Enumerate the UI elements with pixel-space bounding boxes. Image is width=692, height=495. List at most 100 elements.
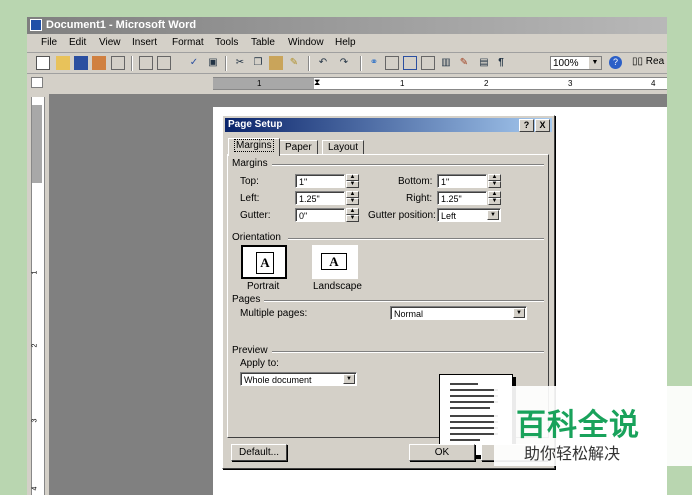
orientation-group-label: Orientation [232,232,281,243]
title-bar: Document1 - Microsoft Word [27,17,667,34]
chevron-down-icon: ▼ [589,57,601,69]
right-margin-label: Right: [406,193,433,204]
gutter-position-value: Left [441,211,457,221]
hyperlink-icon[interactable]: ⚭ [367,56,381,70]
window-title: Document1 - Microsoft Word [46,19,197,31]
menu-bar: File Edit View Insert Format Tools Table… [27,34,667,53]
apply-to-label: Apply to: [240,358,279,369]
top-margin-field[interactable]: 1" [295,174,345,188]
indent-marker-icon[interactable]: ⧗ [314,78,320,87]
margins-group-label: Margins [232,158,268,169]
toolbar-separator [308,56,310,71]
ruler-number: 4 [651,79,656,88]
open-folder-icon[interactable] [56,56,70,70]
menu-view[interactable]: View [99,37,121,48]
menu-table[interactable]: Table [251,37,275,48]
portrait-button[interactable]: A [241,245,287,279]
word-app-icon [30,19,42,31]
bottom-margin-spinner[interactable]: ▲ ▼ [488,174,501,188]
ok-button[interactable]: OK [409,444,475,461]
watermark-subtitle: 助你轻松解决 [524,444,621,463]
help-icon[interactable]: ? [609,56,622,69]
gutter-spinner[interactable]: ▲ ▼ [346,208,359,222]
ruler-number: 3 [568,79,573,88]
cut-icon[interactable]: ✂ [233,56,247,70]
multiple-pages-label: Multiple pages: [240,308,308,319]
tab-selector[interactable] [31,77,43,88]
chevron-down-icon: ▼ [487,210,499,220]
right-margin-field[interactable]: 1.25" [437,191,487,205]
insert-excel-icon[interactable] [421,56,435,70]
columns-icon[interactable]: ▥ [439,56,453,70]
gutter-label: Gutter: [240,210,271,221]
copy-icon[interactable]: ❐ [251,56,265,70]
tab-margins[interactable]: Margins [228,138,280,156]
multiple-pages-select[interactable]: Normal ▼ [390,306,527,320]
insert-table-icon[interactable] [403,56,417,70]
menu-edit[interactable]: Edit [69,37,86,48]
show-hide-icon[interactable]: ¶ [494,56,508,70]
email-icon[interactable] [111,56,125,70]
gutter-field[interactable]: 0" [295,208,345,222]
document-map-icon[interactable]: ▤ [477,56,491,70]
bottom-margin-label: Bottom: [398,176,433,187]
landscape-button[interactable]: A [312,245,358,279]
menu-tools[interactable]: Tools [215,37,238,48]
menu-help[interactable]: Help [335,37,356,48]
menu-file[interactable]: File [41,37,57,48]
left-margin-spinner[interactable]: ▲ ▼ [346,191,359,205]
menu-insert[interactable]: Insert [132,37,157,48]
ruler-number: 2 [31,343,39,348]
ruler-number: 2 [484,79,489,88]
dialog-close-button[interactable]: X [535,119,550,132]
tables-borders-icon[interactable] [385,56,399,70]
horizontal-ruler[interactable]: 1 ⧗ 1 2 3 4 [213,77,667,90]
dialog-help-button[interactable]: ? [519,119,534,132]
top-margin-spinner[interactable]: ▲ ▼ [346,174,359,188]
ruler-number: 4 [31,486,39,491]
top-margin-label: Top: [240,176,259,187]
left-margin-area [213,78,314,89]
landscape-icon: A [321,253,347,270]
toolbar-separator [131,56,133,71]
landscape-label: Landscape [313,281,362,292]
chevron-down-icon: ▼ [513,308,525,318]
ruler-number: 3 [31,418,39,423]
permission-icon[interactable] [92,56,106,70]
zoom-select[interactable]: 100% ▼ [550,56,602,70]
left-margin-field[interactable]: 1.25" [295,191,345,205]
spelling-icon[interactable]: ✓ [187,56,201,70]
toolbar-separator [225,56,227,71]
apply-to-select[interactable]: Whole document ▼ [240,372,357,386]
research-icon[interactable]: ▣ [206,56,220,70]
undo-icon[interactable]: ↶ [316,56,330,70]
format-painter-icon[interactable]: ✎ [287,56,301,70]
bottom-margin-field[interactable]: 1" [437,174,487,188]
vertical-ruler[interactable]: 1 2 3 4 [31,97,45,495]
tab-layout[interactable]: Layout [322,140,365,155]
book-icon: ▯▯ [632,56,644,67]
tab-paper[interactable]: Paper [279,140,318,155]
save-icon[interactable] [74,56,88,70]
print-preview-icon[interactable] [157,56,171,70]
drawing-icon[interactable]: ✎ [457,56,471,70]
menu-window[interactable]: Window [288,37,324,48]
default-button[interactable]: Default... [231,444,287,461]
dialog-title: Page Setup [228,119,283,130]
menu-format[interactable]: Format [172,37,204,48]
read-mode-button[interactable]: ▯▯ Rea [632,56,664,67]
left-margin-label: Left: [240,193,260,204]
redo-icon[interactable]: ↷ [337,56,351,70]
top-margin-area [32,105,42,183]
paste-icon[interactable] [269,56,283,70]
print-icon[interactable] [139,56,153,70]
group-divider [264,300,544,302]
gutter-position-select[interactable]: Left ▼ [437,208,501,222]
new-document-icon[interactable] [36,56,50,70]
right-margin-spinner[interactable]: ▲ ▼ [488,191,501,205]
ruler-number: 1 [31,270,39,275]
portrait-label: Portrait [247,281,280,292]
tab-margins-label: Margins [234,139,274,152]
dialog-title-bar: Page Setup ? X [225,118,552,132]
preview-group-label: Preview [232,345,268,356]
